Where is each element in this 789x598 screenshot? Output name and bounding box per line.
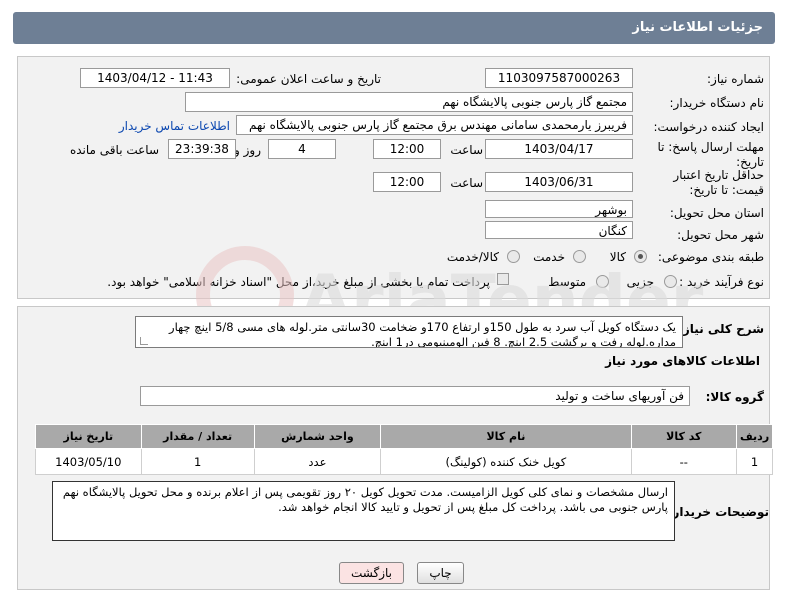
buyer-contact-link[interactable]: اطلاعات تماس خریدار <box>119 119 230 133</box>
purchase-option-medium: متوسط <box>548 275 586 289</box>
price-time-label: ساعت <box>450 176 483 190</box>
table-row[interactable]: 1 -- کویل خنک کننده (کولینگ) عدد 1 1403/… <box>35 448 773 475</box>
category-option-goods-service: کالا/خدمت <box>446 250 499 264</box>
general-description-label: شرح کلی نیاز: <box>678 322 764 336</box>
buyer-notes-field: ارسال مشخصات و نمای کلی کویل الزامیست. م… <box>52 481 675 541</box>
cell-goods-code: -- <box>630 448 738 475</box>
cell-quantity: 1 <box>140 448 255 475</box>
back-button[interactable]: بازگشت <box>339 562 404 584</box>
need-number-field: 1103097587000263 <box>485 68 633 88</box>
goods-table: ردیف کد کالا نام کالا واحد شمارش تعداد /… <box>35 424 773 475</box>
price-validity-label: حداقل تاریخ اعتبار قیمت: تا تاریخ: <box>644 168 764 198</box>
purchase-type-label: نوع فرآیند خرید : <box>679 275 764 289</box>
category-option-goods: کالا <box>609 250 626 264</box>
general-description-text: یک دستگاه کویل آب سرد به طول 150و ارتفاع… <box>169 320 676 348</box>
city-label: شهر محل تحویل: <box>677 228 764 242</box>
reply-deadline-label: مهلت ارسال پاسخ: تا تاریخ: <box>644 140 764 170</box>
buyer-org-field: مجتمع گاز پارس جنوبی پالایشگاه نهم <box>185 92 633 112</box>
col-unit: واحد شمارش <box>253 424 382 449</box>
announce-datetime-label: تاریخ و ساعت اعلان عمومی: <box>236 72 381 86</box>
col-goods-code: کد کالا <box>630 424 738 449</box>
need-number-label: شماره نیاز: <box>707 72 764 86</box>
category-radio-goods-service[interactable] <box>507 250 520 263</box>
buyer-notes-label: توضیحات خریدار: <box>667 505 769 519</box>
price-validity-text: حداقل تاریخ اعتبار قیمت: تا تاریخ: <box>673 168 764 197</box>
category-label: طبقه بندی موضوعی: <box>657 250 764 264</box>
announce-datetime-field: 1403/04/12 - 11:43 <box>80 68 230 88</box>
price-validity-time: 12:00 <box>373 172 441 192</box>
category-option-service: خدمت <box>533 250 565 264</box>
reply-deadline-date: 1403/04/17 <box>485 139 633 159</box>
remaining-time: 23:39:38 <box>168 139 236 159</box>
requester-label: ایجاد کننده درخواست: <box>653 120 764 134</box>
category-radio-goods[interactable] <box>634 250 647 263</box>
cell-row-number: 1 <box>736 448 773 475</box>
goods-group-field: فن آوریهای ساخت و تولید <box>140 386 690 406</box>
purchase-radio-minor[interactable] <box>664 275 677 288</box>
remaining-days: 4 <box>268 139 336 159</box>
col-goods-name: نام کالا <box>380 424 632 449</box>
reply-deadline-text: مهلت ارسال پاسخ: تا تاریخ: <box>657 140 764 169</box>
buyer-notes-text: ارسال مشخصات و نمای کلی کویل الزامیست. م… <box>62 485 668 514</box>
col-need-date: تاریخ نیاز <box>35 424 142 449</box>
buyer-org-label: نام دستگاه خریدار: <box>669 96 765 110</box>
goods-info-title: اطلاعات کالاهای مورد نیاز <box>605 354 760 368</box>
page-title: جزئیات اطلاعات نیاز <box>632 20 763 35</box>
col-row-number: ردیف <box>736 424 773 449</box>
table-header-row: ردیف کد کالا نام کالا واحد شمارش تعداد /… <box>35 424 773 449</box>
cell-unit: عدد <box>253 448 382 475</box>
province-label: استان محل تحویل: <box>669 206 764 220</box>
remaining-label: ساعت باقی مانده <box>69 143 159 157</box>
price-validity-date: 1403/06/31 <box>485 172 633 192</box>
requester-field: فریبرز یارمحمدی سامانی مهندس برق مجتمع گ… <box>236 115 633 135</box>
page-header: جزئیات اطلاعات نیاز <box>13 12 775 44</box>
treasury-payment-checkbox[interactable] <box>497 273 509 285</box>
col-quantity: تعداد / مقدار <box>140 424 255 449</box>
purchase-option-minor: جزیی <box>626 275 654 289</box>
purchase-radio-medium[interactable] <box>596 275 609 288</box>
treasury-payment-note: پرداخت تمام یا بخشی از مبلغ خرید،از محل … <box>107 275 490 289</box>
print-button[interactable]: چاپ <box>417 562 464 584</box>
reply-time-label: ساعت <box>450 143 483 157</box>
general-description-field: یک دستگاه کویل آب سرد به طول 150و ارتفاع… <box>135 316 683 348</box>
cell-need-date: 1403/05/10 <box>35 448 142 475</box>
goods-group-label: گروه کالا: <box>705 390 764 404</box>
category-radio-service[interactable] <box>573 250 586 263</box>
resize-handle[interactable] <box>140 337 148 345</box>
city-field: کنگان <box>485 221 633 239</box>
days-label: روز و <box>234 143 261 157</box>
reply-deadline-time: 12:00 <box>373 139 441 159</box>
province-field: بوشهر <box>485 200 633 218</box>
cell-goods-name: کویل خنک کننده (کولینگ) <box>380 448 632 475</box>
